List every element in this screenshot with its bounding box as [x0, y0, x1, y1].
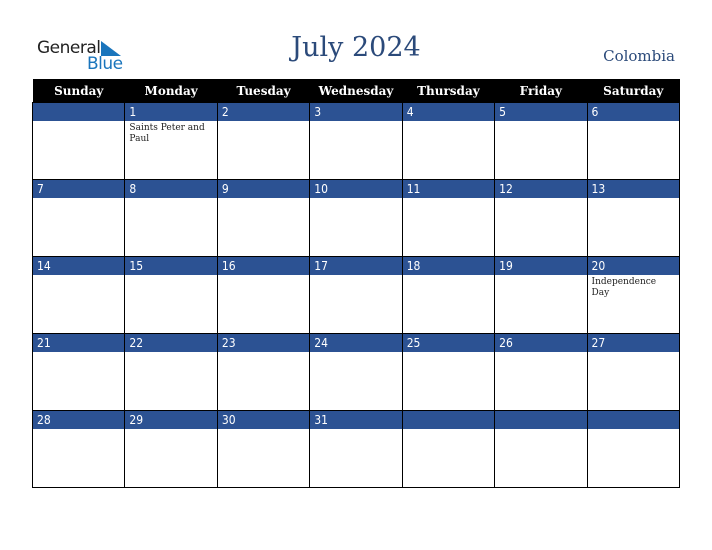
day-cell[interactable]: 28 [31, 410, 126, 488]
weekday-header: Friday [494, 79, 588, 103]
day-cell[interactable]: 5 [494, 102, 588, 180]
day-cell[interactable]: 14 [31, 256, 126, 334]
day-number: 25 [402, 334, 495, 352]
week-row: 21 22 23 24 25 26 27 [31, 333, 681, 411]
day-cell[interactable] [586, 410, 681, 488]
day-number: 12 [495, 180, 587, 198]
day-number [587, 411, 679, 429]
day-number: 22 [125, 334, 217, 352]
day-cell[interactable]: 12 [494, 179, 588, 257]
day-number [33, 103, 125, 121]
day-cell[interactable]: 29 [124, 410, 218, 488]
day-number [495, 411, 587, 429]
weekday-header: Thursday [402, 79, 495, 103]
day-number: 4 [402, 103, 495, 121]
day-cell[interactable]: 27 [586, 333, 681, 411]
day-number: 26 [495, 334, 587, 352]
day-cell[interactable]: 13 [586, 179, 681, 257]
holiday-event: Saints Peter and Paul [129, 123, 205, 144]
day-number: 23 [217, 334, 310, 352]
day-cell[interactable]: 11 [401, 179, 496, 257]
day-cell[interactable]: 25 [401, 333, 496, 411]
weekday-header-row: Sunday Monday Tuesday Wednesday Thursday… [32, 79, 680, 103]
day-cell[interactable]: 23 [216, 333, 311, 411]
day-number: 31 [310, 411, 402, 429]
week-row: 14 15 16 17 18 19 20 Independence Day [31, 256, 681, 334]
day-number: 15 [125, 257, 217, 275]
day-cell[interactable] [31, 102, 126, 180]
day-cell[interactable]: 17 [309, 256, 403, 334]
day-cell[interactable]: 19 [494, 256, 588, 334]
day-number: 17 [310, 257, 402, 275]
week-row: 28 29 30 31 [31, 410, 681, 488]
day-number: 28 [33, 411, 125, 429]
day-cell[interactable] [401, 410, 496, 488]
day-number: 14 [33, 257, 125, 275]
day-cell[interactable]: 8 [124, 179, 218, 257]
weekday-header: Monday [124, 79, 218, 103]
day-number: 30 [217, 411, 310, 429]
day-cell[interactable]: 20 Independence Day [586, 256, 681, 334]
day-number: 2 [217, 103, 310, 121]
day-number: 27 [587, 334, 679, 352]
day-number [402, 411, 495, 429]
week-row: 7 8 9 10 11 12 13 [31, 179, 681, 257]
day-number: 24 [310, 334, 402, 352]
weekday-header: Tuesday [217, 79, 310, 103]
day-cell[interactable]: 18 [401, 256, 496, 334]
day-number: 18 [402, 257, 495, 275]
day-cell[interactable]: 6 [586, 102, 681, 180]
day-number: 10 [310, 180, 402, 198]
day-number: 8 [125, 180, 217, 198]
holiday-event: Independence Day [591, 277, 657, 298]
day-number: 11 [402, 180, 495, 198]
day-cell[interactable]: 31 [309, 410, 403, 488]
day-cell[interactable]: 7 [31, 179, 126, 257]
day-number: 6 [587, 103, 679, 121]
day-number: 9 [217, 180, 310, 198]
day-cell[interactable]: 21 [31, 333, 126, 411]
day-cell[interactable]: 30 [216, 410, 311, 488]
day-number: 20 [587, 257, 679, 275]
day-cell[interactable]: 9 [216, 179, 311, 257]
week-row: 1 Saints Peter and Paul 2 3 4 5 6 [31, 102, 681, 180]
day-number: 5 [495, 103, 587, 121]
day-number: 19 [495, 257, 587, 275]
country-label: Colombia [603, 47, 675, 65]
day-number: 13 [587, 180, 679, 198]
day-number: 1 [125, 103, 217, 121]
weekday-header: Saturday [587, 79, 680, 103]
weekday-header: Sunday [32, 79, 125, 103]
day-number: 16 [217, 257, 310, 275]
day-number: 21 [33, 334, 125, 352]
day-number: 29 [125, 411, 217, 429]
day-cell[interactable]: 1 Saints Peter and Paul [124, 102, 218, 180]
day-number: 7 [33, 180, 125, 198]
day-cell[interactable]: 22 [124, 333, 218, 411]
day-cell[interactable]: 26 [494, 333, 588, 411]
day-cell[interactable]: 10 [309, 179, 403, 257]
day-cell[interactable]: 2 [216, 102, 311, 180]
day-cell[interactable]: 16 [216, 256, 311, 334]
day-cell[interactable]: 24 [309, 333, 403, 411]
calendar-grid: Sunday Monday Tuesday Wednesday Thursday… [31, 79, 681, 488]
day-cell[interactable] [494, 410, 588, 488]
day-cell[interactable]: 15 [124, 256, 218, 334]
day-cell[interactable]: 4 [401, 102, 496, 180]
day-cell[interactable]: 3 [309, 102, 403, 180]
weekday-header: Wednesday [309, 79, 403, 103]
day-number: 3 [310, 103, 402, 121]
